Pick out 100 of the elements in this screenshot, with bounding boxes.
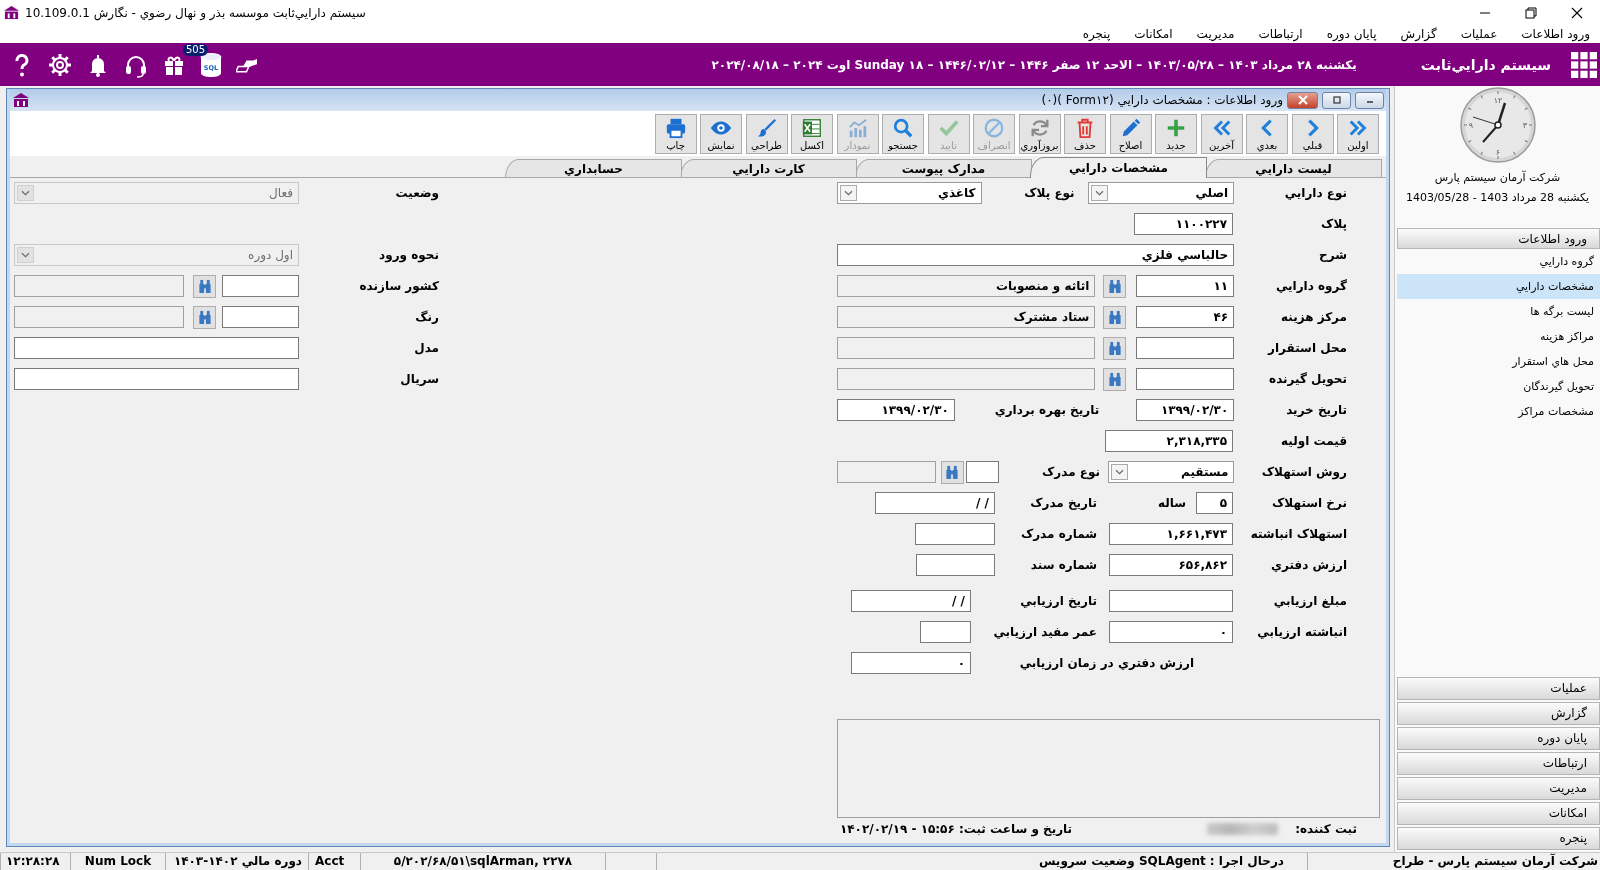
section-header[interactable]: پایان دوره <box>1397 727 1600 750</box>
dropdown[interactable]: اصلي <box>1087 182 1235 204</box>
input-field[interactable] <box>14 368 299 390</box>
input-field[interactable] <box>14 337 299 359</box>
section-header[interactable]: گزارش <box>1397 702 1600 725</box>
lookup-button[interactable] <box>940 461 964 484</box>
input-field[interactable] <box>965 461 1000 483</box>
caret-icon[interactable] <box>1090 185 1108 201</box>
sidebar-item[interactable]: مراکز هزينه <box>1397 324 1600 349</box>
input-field[interactable] <box>1136 337 1235 359</box>
input-field[interactable]: ۱۱۰۰۲۲۷ <box>1134 213 1233 235</box>
input-field[interactable]: / / <box>875 492 995 514</box>
caret-icon[interactable] <box>1111 464 1129 480</box>
binoculars-icon[interactable] <box>1107 310 1122 325</box>
menu-item[interactable]: مديريت <box>1196 27 1235 41</box>
caret-icon[interactable] <box>840 185 857 201</box>
input-field[interactable]: ۴۶ <box>1136 306 1235 328</box>
input-field[interactable]: ۱,۶۶۱,۴۷۳ <box>1109 523 1233 545</box>
readonly-field[interactable] <box>837 368 1096 390</box>
printer-icon[interactable] <box>664 117 687 139</box>
readonly-field[interactable] <box>837 461 936 483</box>
readonly-field[interactable]: اثاثه و منصوبات <box>837 275 1096 297</box>
input-field[interactable]: ۱۱ <box>1136 275 1235 297</box>
toolbar-button[interactable]: جستجو <box>882 114 924 154</box>
spreadsheet-icon[interactable] <box>801 117 823 139</box>
input-field[interactable]: ۰ <box>1109 621 1233 643</box>
close-button[interactable] <box>1287 91 1318 109</box>
menu-item[interactable]: پایان دوره <box>1326 27 1377 41</box>
input-field[interactable]: حالباسي فلزي <box>837 244 1235 266</box>
input-field[interactable]: ۲,۳۱۸,۳۳۵ <box>1105 430 1233 452</box>
restore-icon[interactable] <box>1331 95 1342 105</box>
minimize-button[interactable] <box>1355 91 1384 109</box>
binoculars-icon[interactable] <box>1107 341 1122 356</box>
sidebar-item[interactable]: گروه دارايي <box>1397 249 1600 274</box>
binoculars-icon[interactable] <box>945 465 960 480</box>
section-header[interactable]: عمليات <box>1397 677 1600 700</box>
binoculars-icon[interactable] <box>1107 279 1122 294</box>
toolbar-button[interactable]: جديد <box>1155 114 1197 154</box>
input-field[interactable] <box>920 621 971 643</box>
menu-item[interactable]: پنجره <box>1082 27 1111 41</box>
readonly-field[interactable] <box>14 306 184 328</box>
sidebar-item[interactable]: محل هاي استقرار <box>1397 349 1600 374</box>
tab[interactable]: مشخصات دارايي <box>1030 157 1207 178</box>
input-field[interactable] <box>1136 368 1235 390</box>
input-field[interactable]: ۰ <box>851 652 971 674</box>
readonly-field[interactable]: ستاد مشترک <box>837 306 1096 328</box>
toolbar-button[interactable]: آخرين <box>1200 114 1243 154</box>
menu-item[interactable]: عمليات <box>1460 27 1498 41</box>
toolbar-button[interactable]: چاپ <box>654 114 697 154</box>
readonly-field[interactable] <box>14 275 184 297</box>
section-header[interactable]: پنجره <box>1397 827 1600 850</box>
lookup-button[interactable] <box>1103 306 1127 329</box>
menu-item[interactable]: امکانات <box>1134 27 1173 41</box>
sidebar-item[interactable]: مشخصات مراکز <box>1397 399 1600 424</box>
sidebar-item[interactable]: تحويل گيرندگان <box>1397 374 1600 399</box>
toolbar-button[interactable]: اکسل <box>791 114 833 154</box>
field-label: رنگ <box>414 309 440 326</box>
grid-icon[interactable] <box>1571 51 1597 78</box>
readonly-field[interactable] <box>837 337 1096 359</box>
memo-field[interactable] <box>837 719 1380 818</box>
toolbar-button[interactable]: حذف <box>1064 114 1106 154</box>
toolbar-button[interactable]: بعدي <box>1246 114 1288 154</box>
lookup-button[interactable] <box>1103 275 1127 298</box>
binoculars-icon[interactable] <box>1107 372 1122 387</box>
menu-item[interactable]: ورود اطلاعات <box>1521 27 1590 41</box>
field-label: تحويل گيرنده <box>1268 371 1348 389</box>
toolbar-button[interactable]: اولين <box>1337 114 1379 154</box>
section-header[interactable]: مديريت <box>1397 777 1600 800</box>
search-icon[interactable] <box>892 117 914 139</box>
toolbar-button[interactable]: اصلاح <box>1109 114 1152 154</box>
toolbar-button[interactable]: طراحي <box>745 114 788 154</box>
input-field[interactable]: ۵ <box>1196 492 1233 514</box>
menu-item[interactable]: ارتباطات <box>1258 27 1303 41</box>
input-field[interactable]: ۶۵۶,۸۶۲ <box>1109 554 1233 576</box>
toolbar-button[interactable]: نمايش <box>700 114 742 154</box>
close-icon[interactable] <box>1571 6 1583 19</box>
plus-icon[interactable] <box>1165 117 1187 139</box>
toolbar-button[interactable]: بروزآوري <box>1018 114 1061 154</box>
dropdown[interactable]: کاغذي <box>837 182 982 204</box>
section-header[interactable]: ورود اطلاعات <box>1397 228 1600 249</box>
input-field[interactable] <box>222 306 299 328</box>
input-field[interactable] <box>915 523 995 545</box>
section-header[interactable]: ارتباطات <box>1397 752 1600 775</box>
input-field[interactable] <box>916 554 995 576</box>
settings-icon[interactable] <box>48 51 72 78</box>
restore-icon[interactable] <box>1525 6 1537 19</box>
input-field[interactable] <box>1109 590 1233 612</box>
input-field[interactable] <box>222 275 299 297</box>
sidebar-item[interactable]: مشخصات دارايي <box>1397 274 1600 299</box>
section-header[interactable]: امکانات <box>1397 802 1600 825</box>
input-field[interactable]: / / <box>851 590 971 612</box>
sidebar-item[interactable]: ليست برگه ها <box>1397 299 1600 324</box>
menu-item[interactable]: گزارش <box>1400 27 1437 41</box>
restore-button[interactable] <box>1322 91 1351 109</box>
lookup-button[interactable] <box>1103 368 1127 391</box>
input-field[interactable]: ۱۳۹۹/۰۲/۳۰ <box>1136 399 1235 421</box>
toolbar-button[interactable]: قبلي <box>1291 114 1334 154</box>
lookup-button[interactable] <box>1103 337 1127 360</box>
dropdown[interactable]: مستقيم <box>1108 461 1235 483</box>
input-field[interactable]: ۱۳۹۹/۰۲/۳۰ <box>837 399 955 421</box>
